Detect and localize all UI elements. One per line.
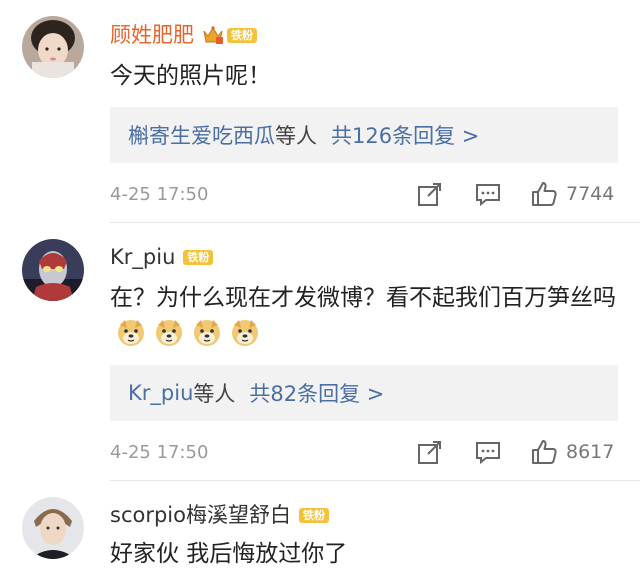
like-button[interactable]: 7744: [530, 180, 614, 208]
comment-item: 顾姓肥肥 铁粉 今天的照片呢！ 槲寄生爱吃西瓜 等人 共126条回复 > 4-2…: [0, 0, 640, 222]
username-row: scorpio梅溪望舒白 铁粉: [110, 499, 329, 531]
comment-icon[interactable]: [474, 180, 502, 208]
avatar[interactable]: [22, 16, 84, 78]
comment-text: 在？为什么现在才发微博？看不起我们百万笋丝吗: [110, 280, 620, 352]
fan-badge: 铁粉: [227, 27, 257, 43]
crown-icon: [202, 25, 224, 45]
comment-item: scorpio梅溪望舒白 铁粉 好家伙 我后悔放过你了: [0, 481, 640, 588]
meta-row: 4-25 17:50 7744: [110, 174, 620, 214]
like-icon: [532, 440, 557, 464]
comment-icon[interactable]: [474, 438, 502, 466]
username[interactable]: 顾姓肥肥: [110, 24, 194, 46]
avatar[interactable]: [22, 497, 84, 559]
reply-summary[interactable]: Kr_piu 等人 共82条回复 >: [110, 365, 618, 421]
reply-names[interactable]: 槲寄生爱吃西瓜: [128, 120, 275, 150]
username-row: 顾姓肥肥 铁粉: [110, 19, 257, 51]
comment-text-content: 在？为什么现在才发微博？看不起我们百万笋丝吗: [110, 285, 616, 311]
meta-row: 4-25 17:50 8617: [110, 432, 620, 472]
doge-emoji-icon: [154, 317, 184, 347]
doge-emoji-icon: [116, 317, 146, 347]
comment-text: 今天的照片呢！: [110, 63, 271, 89]
avatar[interactable]: [22, 239, 84, 301]
like-count: 8617: [566, 441, 615, 463]
fan-badge: 铁粉: [183, 249, 214, 265]
share-icon[interactable]: [416, 180, 444, 208]
comment-item: Kr_piu 铁粉 在？为什么现在才发微博？看不起我们百万笋丝吗 Kr_piu …: [0, 223, 640, 480]
like-count: 7744: [566, 183, 615, 205]
reply-names[interactable]: Kr_piu: [128, 381, 193, 405]
username-row: Kr_piu 铁粉: [110, 241, 214, 273]
username[interactable]: scorpio梅溪望舒白: [110, 504, 291, 526]
fan-badge: 铁粉: [298, 507, 329, 523]
timestamp: 4-25 17:50: [110, 183, 209, 205]
like-button[interactable]: 8617: [530, 438, 614, 466]
like-icon: [532, 182, 557, 206]
timestamp: 4-25 17:50: [110, 441, 209, 463]
doge-emoji-icon: [192, 317, 222, 347]
comment-text: 好家伙 我后悔放过你了: [110, 541, 348, 567]
doge-emoji-icon: [230, 317, 260, 347]
reply-suffix: 等人: [275, 124, 317, 148]
reply-summary[interactable]: 槲寄生爱吃西瓜 等人 共126条回复 >: [110, 107, 618, 163]
reply-count[interactable]: 共82条回复 >: [249, 378, 384, 408]
reply-suffix: 等人: [193, 382, 236, 406]
share-icon[interactable]: [416, 438, 444, 466]
username[interactable]: Kr_piu: [110, 246, 175, 268]
reply-count[interactable]: 共126条回复 >: [331, 120, 479, 150]
